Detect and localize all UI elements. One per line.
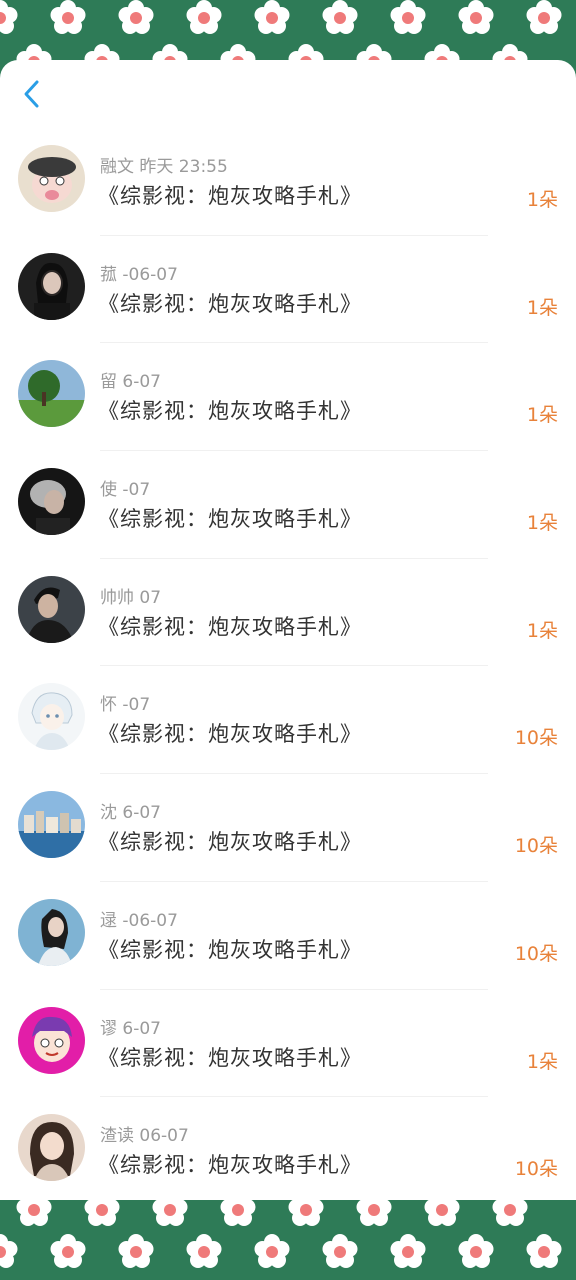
book-title: 《综影视：炮灰攻略手札》 (98, 399, 362, 424)
flower-amount: 10朵 (514, 942, 558, 965)
list-item[interactable]: 帅帅 07 《综影视：炮灰攻略手札》 1朵 (0, 559, 576, 667)
flower-amount: 1朵 (526, 619, 558, 642)
sender-info: 菰 -06-07 (100, 264, 178, 285)
avatar (18, 252, 85, 320)
book-title: 《综影视：炮灰攻略手札》 (98, 1153, 362, 1178)
sender-info: 留 6-07 (100, 372, 161, 393)
list-item[interactable]: 融文 昨天 23:55 《综影视：炮灰攻略手札》 1朵 (0, 128, 576, 236)
bottom-flower-decoration (0, 1200, 576, 1280)
flower-amount: 10朵 (514, 1158, 558, 1181)
flower-amount: 1朵 (526, 1050, 558, 1073)
sender-info: 逯 -06-07 (100, 910, 178, 931)
flower-amount: 1朵 (526, 189, 558, 211)
list-item[interactable]: 渣读 06-07 《综影视：炮灰攻略手札》 10朵 (0, 1097, 576, 1205)
header-bar (0, 60, 576, 129)
sender-info: 渣读 06-07 (100, 1126, 189, 1147)
avatar (18, 360, 85, 428)
sender-info: 沈 6-07 (100, 803, 161, 824)
list-item[interactable]: 沈 6-07 《综影视：炮灰攻略手札》 10朵 (0, 774, 576, 882)
chevron-left-icon (22, 79, 42, 113)
back-button[interactable] (14, 78, 50, 114)
sender-info: 融文 昨天 23:55 (100, 157, 228, 177)
avatar (18, 791, 85, 859)
avatar (18, 1114, 85, 1182)
list-item[interactable]: 谬 6-07 《综影视：炮灰攻略手札》 1朵 (0, 990, 576, 1098)
avatar (18, 468, 85, 536)
avatar (18, 683, 85, 751)
flower-amount: 1朵 (526, 404, 558, 427)
book-title: 《综影视：炮灰攻略手札》 (98, 614, 362, 639)
book-title: 《综影视：炮灰攻略手札》 (98, 1045, 362, 1070)
book-title: 《综影视：炮灰攻略手札》 (98, 722, 362, 747)
list-item[interactable]: 逯 -06-07 《综影视：炮灰攻略手札》 10朵 (0, 882, 576, 990)
gift-record-list: 融文 昨天 23:55 《综影视：炮灰攻略手札》 1朵 菰 -06-07 《综影… (0, 128, 576, 1205)
sender-info: 帅帅 07 (100, 587, 162, 608)
list-item[interactable]: 怀 -07 《综影视：炮灰攻略手札》 10朵 (0, 666, 576, 774)
book-title: 《综影视：炮灰攻略手札》 (98, 291, 362, 316)
sender-info: 谬 6-07 (100, 1018, 161, 1039)
avatar (18, 1006, 85, 1074)
book-title: 《综影视：炮灰攻略手札》 (98, 184, 362, 208)
book-title: 《综影视：炮灰攻略手札》 (98, 507, 362, 532)
list-item[interactable]: 菰 -06-07 《综影视：炮灰攻略手札》 1朵 (0, 236, 576, 344)
flower-amount: 1朵 (526, 296, 558, 319)
avatar (18, 145, 85, 212)
avatar (18, 575, 85, 643)
avatar (18, 898, 85, 966)
flower-pattern-bottom (0, 1200, 562, 1268)
flower-amount: 10朵 (514, 835, 558, 858)
book-title: 《综影视：炮灰攻略手札》 (98, 830, 362, 855)
flower-amount: 1朵 (526, 512, 558, 535)
book-title: 《综影视：炮灰攻略手札》 (98, 937, 362, 962)
list-item[interactable]: 使 -07 《综影视：炮灰攻略手札》 1朵 (0, 451, 576, 559)
flower-amount: 10朵 (514, 727, 558, 750)
list-item[interactable]: 留 6-07 《综影视：炮灰攻略手札》 1朵 (0, 343, 576, 451)
sender-info: 使 -07 (100, 480, 151, 501)
sender-info: 怀 -07 (100, 695, 151, 716)
